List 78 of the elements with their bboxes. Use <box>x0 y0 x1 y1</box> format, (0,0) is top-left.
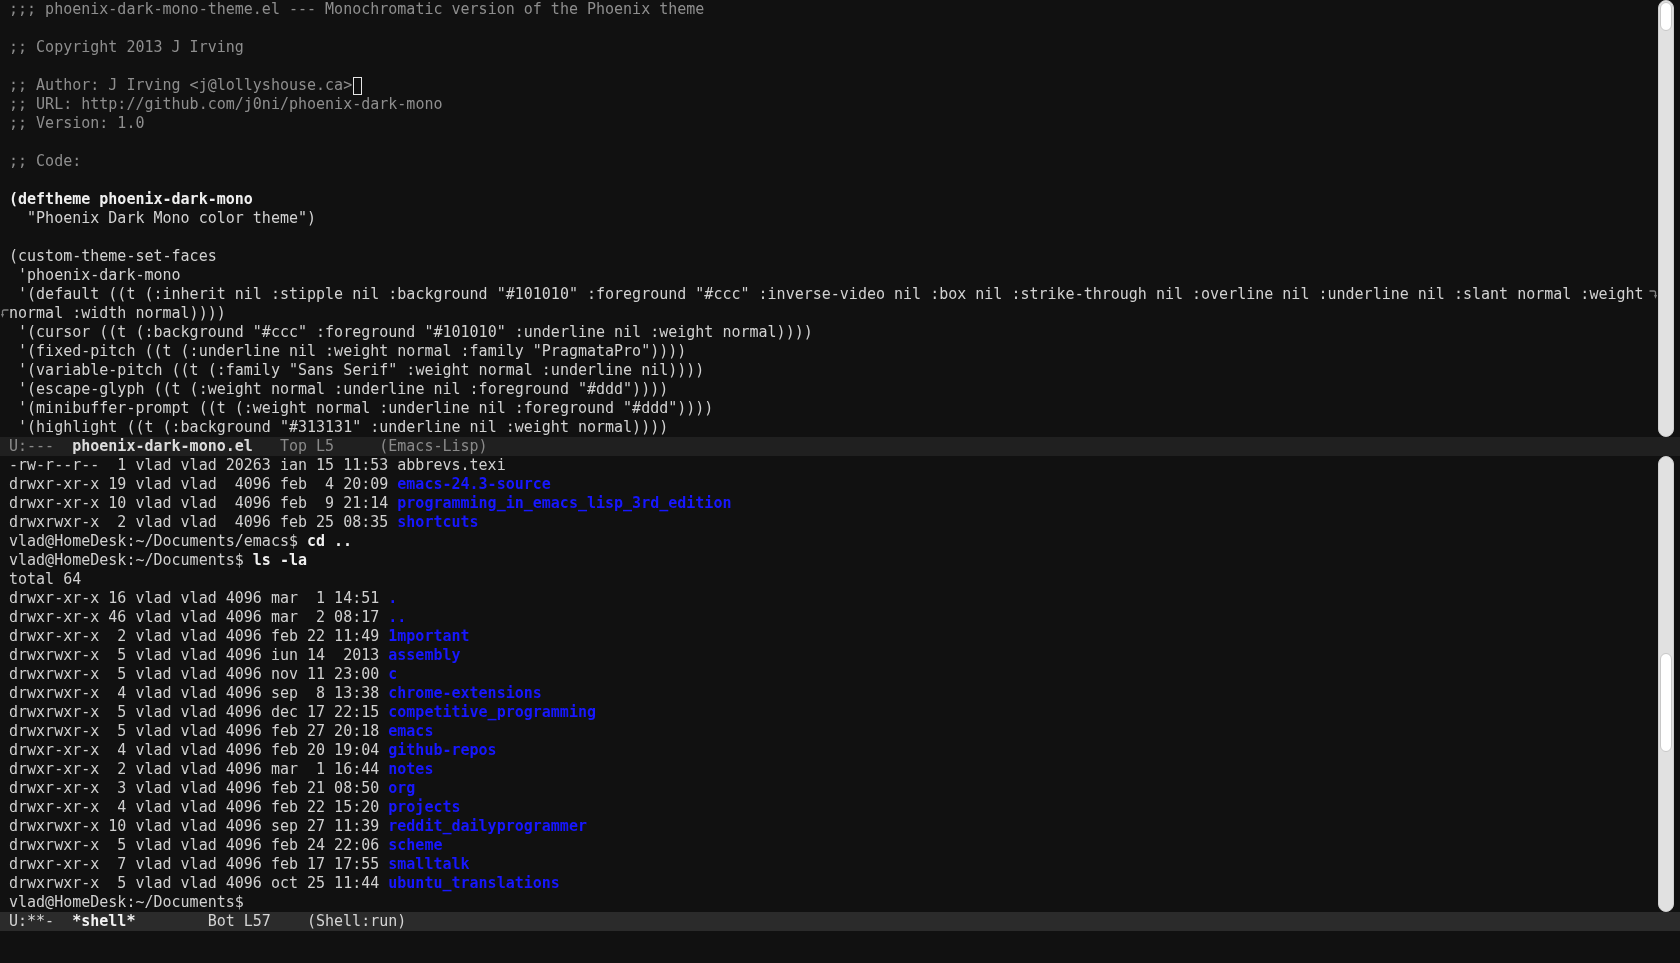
directory-name: reddit_dailyprogrammer <box>388 817 587 836</box>
comment-line: ;; Code: <box>9 152 82 171</box>
shell-prompt: vlad@HomeDesk:~/Documents$ <box>9 893 244 912</box>
scrollbar-thumb[interactable] <box>1660 653 1672 752</box>
shell-prompt: vlad@HomeDesk:~/Documents$ <box>9 551 244 570</box>
code-line: (custom-theme-set-faces <box>9 247 217 266</box>
file-attributes: drwxr-xr-x 7 vlad vlad 4096 feb 17 17:55 <box>9 855 380 874</box>
file-attributes: drwxrwxr-x 5 vlad vlad 4096 feb 24 22:06 <box>9 836 380 855</box>
curved-arrow-icon <box>0 309 9 318</box>
directory-name: chrome-extensions <box>388 684 542 703</box>
cursor-position: Bot L57 <box>207 912 271 930</box>
shell-command: ls -la <box>252 551 307 570</box>
directory-name: 1mportant <box>388 627 470 646</box>
directory-name: emacs <box>388 722 434 741</box>
code-line: "Phoenix Dark Mono color theme") <box>26 209 317 228</box>
buffer-name: phoenix-dark-mono.el <box>72 437 253 455</box>
scrollbar-thumb[interactable] <box>1660 2 1672 31</box>
code-line: normal :width normal)))) <box>9 304 226 323</box>
directory-name: emacs-24.3-source <box>397 475 551 494</box>
directory-name: . <box>388 589 398 608</box>
directory-name: competitive_programming <box>388 703 596 722</box>
scrollbar-track[interactable] <box>1658 456 1674 912</box>
code-line: '(fixed-pitch ((t (:underline nil :weight normal :family "PragmataPro")))) <box>17 342 687 361</box>
directory-name: github-repos <box>388 741 497 760</box>
file-attributes: drwxr-xr-x 2 vlad vlad 4096 mar 1 16:44 <box>9 760 380 779</box>
file-attributes: drwxr-xr-x 10 vlad vlad 4096 feb 9 21:14 <box>9 494 389 513</box>
file-attributes: -rw-r--r-- 1 vlad vlad 20263 ian 15 11:53 <box>9 456 389 475</box>
file-name: abbrevs.texi <box>397 456 506 475</box>
buffer-name: *shell* <box>72 912 136 930</box>
shell-prompt: vlad@HomeDesk:~/Documents/emacs$ <box>9 532 298 551</box>
directory-name: c <box>388 665 398 684</box>
file-attributes: drwxrwxr-x 4 vlad vlad 4096 sep 8 13:38 <box>9 684 380 703</box>
code-line: '(cursor ((t (:background "#ccc" :foreground "#101010" :underline nil :weight normal)))) <box>17 323 813 342</box>
file-attributes: drwxrwxr-x 5 vlad vlad 4096 feb 27 20:18 <box>9 722 380 741</box>
file-attributes: drwxrwxr-x 5 vlad vlad 4096 nov 11 23:00 <box>9 665 380 684</box>
major-mode: (Shell:run) <box>306 912 407 931</box>
file-attributes: drwxrwxr-x 5 vlad vlad 4096 oct 25 11:44 <box>9 874 380 893</box>
directory-name: ubuntu_translations <box>388 874 560 893</box>
curved-arrow-icon <box>1648 290 1657 299</box>
comment-line: ;; URL: http://github.com/j0ni/phoenix-dark-mono <box>9 95 443 114</box>
buffer-status: U:--- <box>9 437 55 456</box>
major-mode: (Emacs-Lisp) <box>379 437 488 456</box>
code-line: '(highlight ((t (:background "#313131" :underline nil :weight normal)))) <box>17 418 669 437</box>
file-attributes: drwxr-xr-x 4 vlad vlad 4096 feb 22 15:20 <box>9 798 380 817</box>
file-attributes: drwxr-xr-x 19 vlad vlad 4096 feb 4 20:09 <box>9 475 389 494</box>
comment-line: ;; Copyright 2013 J Irving <box>9 38 244 57</box>
comment-line: ;;; phoenix-dark-mono-theme.el --- Monochromatic version of the Phoenix theme <box>9 0 705 19</box>
directory-name: notes <box>388 760 434 779</box>
directory-name: .. <box>388 608 407 627</box>
directory-name: shortcuts <box>397 513 479 532</box>
directory-name: org <box>388 779 416 798</box>
directory-name: smalltalk <box>388 855 470 874</box>
directory-name: assembly <box>388 646 461 665</box>
file-attributes: drwxr-xr-x 3 vlad vlad 4096 feb 21 08:50 <box>9 779 380 798</box>
cursor-position: Top L5 <box>279 437 335 455</box>
shell-command: cd .. <box>307 532 353 551</box>
file-attributes: drwxrwxr-x 5 vlad vlad 4096 dec 17 22:15 <box>9 703 380 722</box>
code-line: '(escape-glyph ((t (:weight normal :underline nil :foreground "#ddd")))) <box>17 380 669 399</box>
file-attributes: drwxr-xr-x 2 vlad vlad 4096 feb 22 11:49 <box>9 627 380 646</box>
directory-name: projects <box>388 798 461 817</box>
directory-name: programming_in_emacs_lisp_3rd_edition <box>397 494 732 513</box>
file-attributes: drwxrwxr-x 5 vlad vlad 4096 iun 14 2013 <box>9 646 380 665</box>
file-attributes: drwxr-xr-x 4 vlad vlad 4096 feb 20 19:04 <box>9 741 380 760</box>
comment-line: ;; Version: 1.0 <box>9 114 145 133</box>
file-attributes: drwxrwxr-x 10 vlad vlad 4096 sep 27 11:39 <box>9 817 380 836</box>
code-line: '(minibuffer-prompt ((t (:weight normal :underline nil :foreground "#ddd")))) <box>17 399 714 418</box>
scrollbar-track[interactable] <box>1658 0 1674 437</box>
shell-output: total 64 <box>9 570 82 589</box>
code-line: '(default ((t (:inherit nil :stipple nil :background "#101010" :foreground "#ccc" :inverse-video nil :box nil :strike-through nil :overline nil :underline nil :slant normal :weight <box>17 285 1644 304</box>
file-attributes: drwxrwxr-x 2 vlad vlad 4096 feb 25 08:35 <box>9 513 389 532</box>
code-line: '(variable-pitch ((t (:family "Sans Serif" :weight normal :underline nil)))) <box>17 361 705 380</box>
file-attributes: drwxr-xr-x 16 vlad vlad 4096 mar 1 14:51 <box>9 589 380 608</box>
code-line: 'phoenix-dark-mono <box>17 266 181 285</box>
comment-line: ;; Author: J Irving <j@lollyshouse.ca> <box>9 76 353 95</box>
code-line: (deftheme phoenix-dark-mono <box>9 190 253 209</box>
directory-name: scheme <box>388 836 443 855</box>
buffer-status: U:**- <box>9 912 55 931</box>
file-attributes: drwxr-xr-x 46 vlad vlad 4096 mar 2 08:17 <box>9 608 380 627</box>
